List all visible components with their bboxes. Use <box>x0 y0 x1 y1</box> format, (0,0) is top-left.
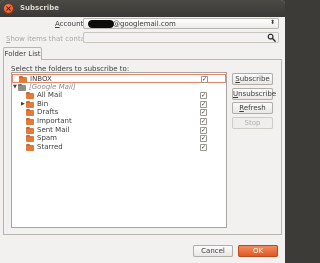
stop-button[interactable]: Stop <box>232 117 273 129</box>
account-dropdown[interactable]: @googlemail.com ⬍ <box>83 18 279 29</box>
folder-icon <box>18 83 26 91</box>
search-icon[interactable] <box>267 33 276 42</box>
subscribe-checkbox[interactable]: ✓ <box>200 126 207 134</box>
cancel-button[interactable]: Cancel <box>193 245 233 257</box>
title-bar: × Subscribe <box>0 0 285 17</box>
account-label: Account: <box>55 20 86 28</box>
subscribe-checkbox[interactable]: ✓ <box>200 100 207 108</box>
folder-tree[interactable]: INBOX ✓ ▼ [Google Mail] All Mail ✓ ▶ Bin ✓ Drafts… <box>11 72 227 228</box>
subscribe-checkbox[interactable]: ✓ <box>200 135 207 143</box>
filter-input[interactable] <box>83 32 279 43</box>
filter-label: Show items that contain: <box>6 35 94 43</box>
folder-name: Starred <box>37 142 63 151</box>
subscribe-checkbox[interactable]: ✓ <box>200 118 207 125</box>
refresh-button[interactable]: Refresh <box>232 102 273 114</box>
close-button[interactable]: × <box>3 3 14 14</box>
folder-icon <box>26 109 34 117</box>
folder-icon <box>26 92 34 100</box>
redacted-username <box>88 20 114 28</box>
subscribe-checkbox[interactable]: ✓ <box>200 92 207 100</box>
subscribe-checkbox[interactable]: ✓ <box>200 109 207 117</box>
subscribe-checkbox[interactable]: ✓ <box>200 143 207 151</box>
window-title: Subscribe <box>20 4 59 12</box>
folder-icon <box>26 135 34 143</box>
ok-button[interactable]: OK <box>238 245 278 257</box>
subscribe-button[interactable]: Subscribe <box>232 73 273 85</box>
subscribe-dialog: × Subscribe Account: @googlemail.com ⬍ S… <box>0 0 285 263</box>
folder-icon <box>26 126 34 134</box>
folder-icon <box>26 100 34 108</box>
unsubscribe-button[interactable]: Unsubscribe <box>232 88 276 100</box>
dropdown-arrow-icon: ⬍ <box>269 19 275 26</box>
folder-icon <box>26 118 34 125</box>
account-email: @googlemail.com <box>113 20 176 28</box>
folder-row[interactable]: Starred ✓ <box>12 143 226 152</box>
tab-folder-list[interactable]: Folder List <box>3 47 42 60</box>
folder-icon <box>26 143 34 151</box>
